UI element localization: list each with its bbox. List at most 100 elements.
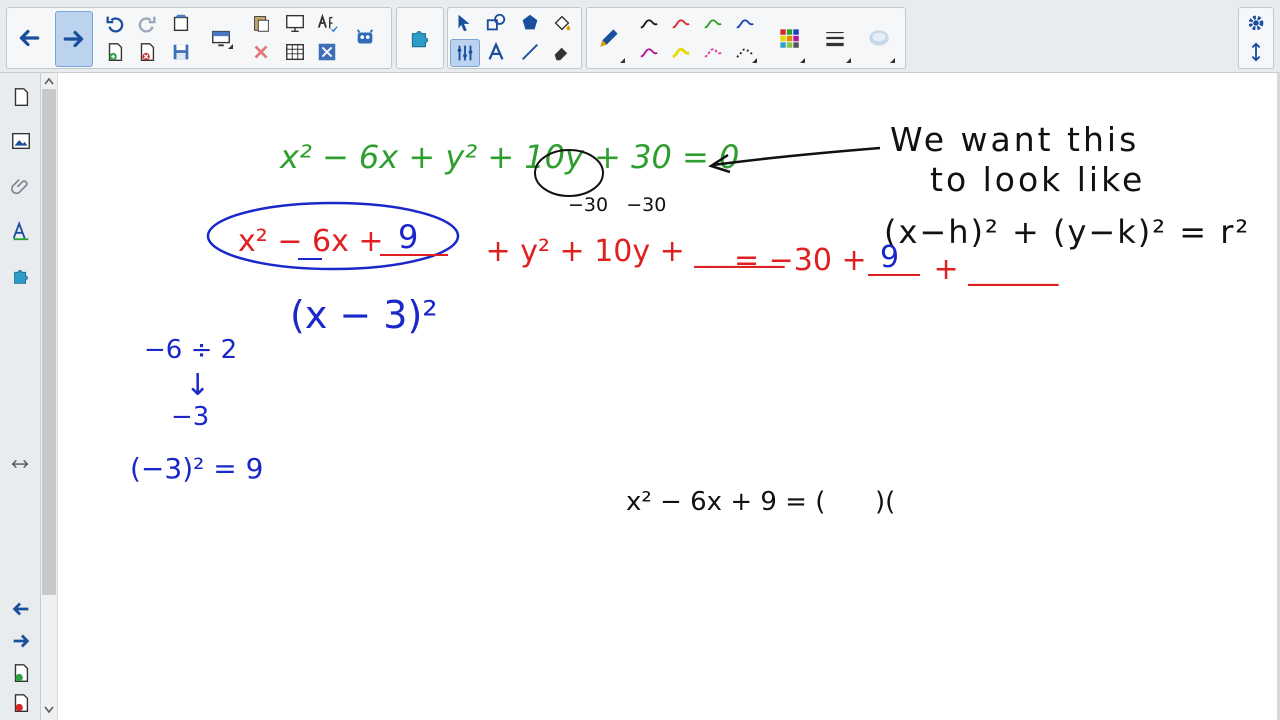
- screen-shade-button[interactable]: [207, 25, 235, 51]
- pen-color-red[interactable]: [667, 10, 695, 36]
- redo-button[interactable]: [133, 10, 161, 36]
- completed-left: x² − 6x +: [238, 224, 393, 259]
- table-icon: [286, 43, 304, 61]
- green-pen-icon: [704, 19, 722, 29]
- addons-button[interactable]: [402, 11, 438, 65]
- full-screen-button[interactable]: [281, 10, 309, 36]
- clear-page-icon: [173, 14, 189, 32]
- move-toolbar-icon: [1251, 42, 1261, 62]
- line-icon: [522, 44, 538, 60]
- factored-square: (x − 3)²: [290, 293, 438, 337]
- back-button[interactable]: [11, 11, 47, 65]
- insert-table-button[interactable]: [281, 39, 309, 65]
- monster-icon: [356, 29, 374, 44]
- toolbar-group-settings: [1238, 7, 1274, 69]
- pen-color-pink[interactable]: [699, 39, 727, 65]
- subtract-row: −30 −30: [568, 194, 666, 216]
- polygon-tool-button[interactable]: [516, 10, 544, 36]
- fill-icon: [554, 15, 571, 31]
- paste-icon: [254, 16, 269, 32]
- insert-page-button[interactable]: [101, 39, 129, 65]
- scroll-down-icon[interactable]: [44, 706, 54, 714]
- lines-icon: [457, 45, 473, 61]
- transparency-icon: [869, 30, 889, 46]
- undo-button[interactable]: [101, 10, 129, 36]
- undo-icon: [106, 16, 124, 33]
- close-object-button[interactable]: [313, 39, 341, 65]
- vertical-scrollbar[interactable]: [41, 73, 58, 720]
- eraser-icon: [554, 47, 568, 61]
- color-grid-icon: [780, 29, 799, 48]
- select-tool-button[interactable]: [450, 10, 478, 36]
- back-arrow-icon: [19, 29, 40, 47]
- completed-right: = −30 +: [734, 243, 876, 278]
- addons-icon: [14, 270, 28, 284]
- lesson-activity-button[interactable]: [351, 25, 379, 51]
- attachments-tab[interactable]: [7, 171, 35, 201]
- move-toolbar-button[interactable]: [1242, 39, 1270, 65]
- save-button[interactable]: [167, 39, 195, 65]
- puzzle-icon: [411, 30, 429, 48]
- scrollbar-thumb[interactable]: [42, 89, 56, 595]
- eraser-tool-button[interactable]: [548, 39, 576, 65]
- forward-arrow-icon: [63, 30, 84, 48]
- pen-color-blue[interactable]: [731, 10, 759, 36]
- pen-color-green[interactable]: [699, 10, 727, 36]
- properties-tab[interactable]: [7, 216, 35, 246]
- save-icon: [173, 44, 189, 60]
- fill-tool-button[interactable]: [548, 10, 576, 36]
- note-line-2: to look like: [930, 160, 1145, 199]
- color-palette-button[interactable]: [771, 11, 807, 65]
- text-tool-button[interactable]: [482, 39, 510, 65]
- delete-icon: [254, 45, 268, 59]
- half-result: −3: [171, 402, 209, 432]
- add-page-icon: [14, 664, 29, 682]
- pen-color-black[interactable]: [635, 10, 663, 36]
- next-page-button[interactable]: [7, 626, 35, 656]
- red-pen-icon: [672, 19, 690, 29]
- lines-tool-button[interactable]: [450, 39, 480, 67]
- addons-tab[interactable]: [7, 261, 35, 291]
- forward-button[interactable]: [55, 11, 93, 67]
- delete-button[interactable]: [247, 39, 275, 65]
- scroll-up-icon[interactable]: [44, 77, 54, 85]
- line-style-button[interactable]: [817, 11, 853, 65]
- previous-page-icon: [12, 602, 29, 616]
- regular-polygon-icon: [522, 14, 538, 30]
- pen-tool-button[interactable]: [591, 11, 627, 65]
- redo-icon: [138, 16, 156, 33]
- line-tool-button[interactable]: [516, 39, 544, 65]
- blue-pen-icon: [736, 19, 754, 29]
- sidebar-delete-page-button[interactable]: [7, 688, 35, 718]
- transparency-button[interactable]: [861, 11, 897, 65]
- toolbar-group-addons: [396, 7, 444, 69]
- delete-page-icon: [140, 43, 155, 61]
- handwriting-layer: x² − 6x + y² + 10y + 30 = 0 −30 −30 We w…: [130, 120, 1248, 517]
- square-step: (−3)² = 9: [130, 452, 263, 485]
- page-sorter-icon: [14, 88, 29, 106]
- whiteboard-canvas[interactable]: x² − 6x + y² + 10y + 30 = 0 −30 −30 We w…: [58, 73, 1277, 720]
- settings-gear-icon: [1248, 15, 1264, 31]
- spell-check-icon: [317, 13, 338, 33]
- spell-check-button[interactable]: [313, 10, 341, 36]
- side-panel: [0, 73, 41, 720]
- pen-color-magenta[interactable]: [635, 39, 663, 65]
- gallery-tab[interactable]: [7, 126, 35, 156]
- half-step: −6 ÷ 2: [144, 335, 237, 365]
- original-equation: x² − 6x + y² + 10y + 30 = 0: [279, 138, 739, 176]
- resize-arrows-icon: [11, 459, 29, 469]
- sidebar-add-page-button[interactable]: [7, 658, 35, 688]
- shapes-tool-button[interactable]: [482, 10, 510, 36]
- pen-color-yellow[interactable]: [667, 39, 695, 65]
- text-icon: [488, 41, 504, 60]
- attachments-icon: [11, 178, 28, 195]
- previous-page-button[interactable]: [7, 594, 35, 624]
- delete-page-icon: [14, 694, 29, 712]
- clear-page-button[interactable]: [167, 10, 195, 36]
- delete-page-button[interactable]: [133, 39, 161, 65]
- page-sorter-tab[interactable]: [7, 82, 35, 112]
- sidebar-resize-handle[interactable]: [6, 449, 34, 479]
- pen-color-dashed[interactable]: [731, 39, 759, 65]
- paste-button[interactable]: [247, 10, 275, 36]
- settings-button[interactable]: [1242, 10, 1270, 36]
